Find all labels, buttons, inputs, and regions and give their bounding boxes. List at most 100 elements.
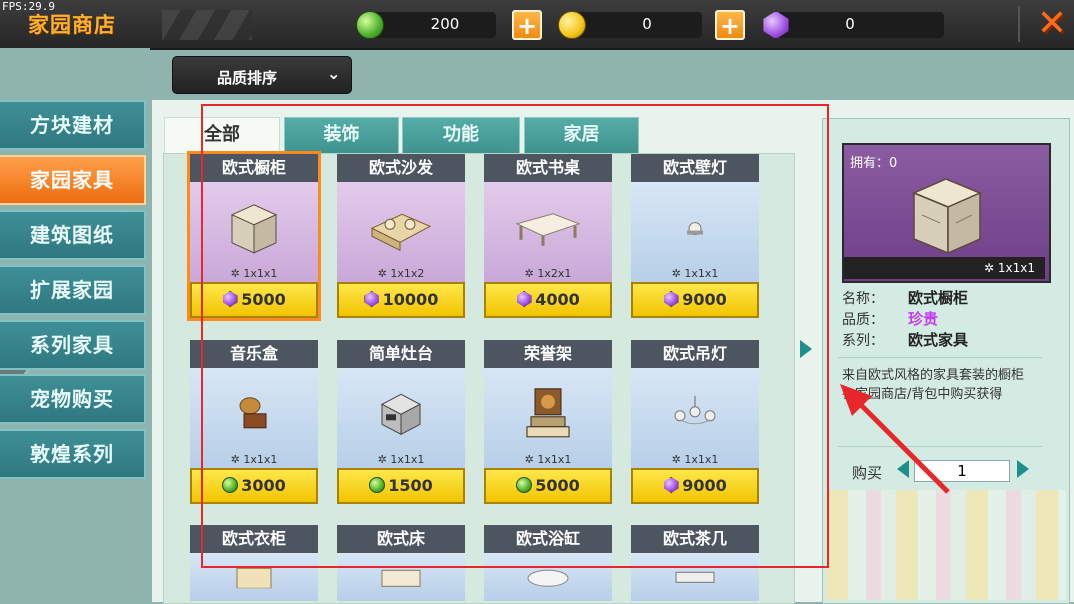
item-name: 简单灶台 [337,340,465,368]
close-button[interactable]: ✕ [1032,4,1072,44]
buy-price-button[interactable]: 1500 [337,468,465,504]
honor-shelf-icon [523,383,573,447]
item-size-value: 1x1x1 [390,453,425,466]
cabinet-icon [224,197,284,261]
item-size: ✲ 1x1x2 [337,267,465,280]
buy-price-button[interactable]: 9000 [631,468,759,504]
add-gold-coin-button[interactable]: + [715,10,745,40]
item-card[interactable]: 简单灶台 ✲ 1x1x1 1500 [337,340,465,504]
item-size: ✲ 1x1x1 [190,453,318,466]
item-size: ✲ 1x1x1 [631,267,759,280]
item-name: 欧式橱柜 [190,154,318,182]
green-gem-icon [222,477,239,493]
item-image: ✲ 1x1x1 [484,368,612,468]
item-card[interactable]: 欧式床 [337,525,465,601]
green-gem-icon [369,477,386,493]
sofa-icon [366,202,436,256]
decrease-quantity-button[interactable] [897,460,909,478]
item-card[interactable]: 欧式沙发 ✲ 1x1x2 10000 [337,154,465,318]
increase-quantity-button[interactable] [1017,460,1029,478]
sidebar-item-7[interactable]: 敦煌系列 [0,429,146,479]
buy-price-button[interactable]: 9000 [631,282,759,318]
size-icon: ✲ [671,267,685,280]
top-bar: FPS:29.9 家园商店 200 + 0 + 0 ✕ [0,0,1074,50]
quality-label: 品质： [842,312,884,328]
item-card[interactable]: 欧式茶几 [631,525,759,601]
name-value: 欧式橱柜 [908,289,969,307]
item-image [484,553,612,601]
item-image [337,553,465,601]
item-image: ✲ 1x1x1 [190,368,318,468]
gold-coin-icon [558,11,586,39]
close-separator [1018,6,1020,42]
wall-lamp-icon [683,217,707,245]
buy-price-button[interactable]: 5000 [190,282,318,318]
buy-price-button[interactable]: 10000 [337,282,465,318]
tab-1[interactable]: 全部 [164,117,280,153]
green-gem-count: 200 [430,15,460,33]
item-card[interactable]: 欧式衣柜 [190,525,318,601]
item-card[interactable]: 音乐盒 ✲ 1x1x1 3000 [190,340,318,504]
sidebar-item-1[interactable]: 方块建材 [0,100,146,150]
sort-dropdown[interactable]: 品质排序 ⌄ [172,56,352,94]
size-icon: ✲ [671,453,685,466]
item-card[interactable]: 荣誉架 ✲ 1x1x1 5000 [484,340,612,504]
item-price: 5000 [535,476,580,495]
tab-3[interactable]: 功能 [402,117,520,153]
sidebar-item-4[interactable]: 扩展家园 [0,265,146,315]
item-size-value: 1x1x1 [243,267,278,280]
buy-price-button[interactable]: 4000 [484,282,612,318]
sidebar-item-3[interactable]: 建筑图纸 [0,210,146,260]
item-price: 3000 [241,476,286,495]
item-name: 欧式沙发 [337,154,465,182]
tab-2[interactable]: 装饰 [284,117,399,153]
purple-gem-icon [223,291,238,307]
green-gem-icon [516,477,533,493]
purchase-button-blurred[interactable] [826,490,1066,600]
item-size: ✲ 1x1x1 [631,453,759,466]
tab-4[interactable]: 家居 [524,117,639,153]
item-name: 欧式吊灯 [631,340,759,368]
title-decoration [162,10,252,40]
item-name: 音乐盒 [190,340,318,368]
item-name: 欧式壁灯 [631,154,759,182]
size-icon: ✲ [377,267,391,280]
sidebar-item-6[interactable]: 宠物购买 [0,374,146,424]
chevron-down-icon: ⌄ [327,64,341,83]
item-card[interactable]: 欧式吊灯 ✲ 1x1x1 9000 [631,340,759,504]
item-price: 9000 [682,476,727,495]
size-icon: ✲ [230,267,244,280]
detail-divider [838,446,1042,447]
item-name: 欧式书桌 [484,154,612,182]
item-price: 9000 [682,290,727,309]
item-price: 10000 [382,290,439,309]
detail-divider [838,357,1042,358]
quantity-input[interactable]: 1 [914,460,1010,482]
purple-gem-icon [664,291,679,307]
item-image [190,553,318,601]
sidebar-item-2[interactable]: 家园家具 [0,155,146,205]
item-image: ✲ 1x1x2 [337,182,465,282]
item-size-value: 1x1x1 [537,453,572,466]
shop-title: 家园商店 [28,13,116,37]
purple-gem-icon [664,477,679,493]
item-image: ✲ 1x1x1 [631,182,759,282]
buy-price-button[interactable]: 3000 [190,468,318,504]
buy-price-button[interactable]: 5000 [484,468,612,504]
item-card[interactable]: 欧式浴缸 [484,525,612,601]
stove-icon [376,388,426,442]
add-green-gem-button[interactable]: + [512,10,542,40]
sidebar-item-5[interactable]: 系列家具 [0,320,146,370]
item-name: 荣誉架 [484,340,612,368]
green-gem-icon [356,11,384,39]
item-card[interactable]: 欧式壁灯 ✲ 1x1x1 9000 [631,154,759,318]
item-card[interactable]: 欧式书桌 ✲ 1x2x1 4000 [484,154,612,318]
quality-value: 珍贵 [908,310,939,328]
next-page-arrow-icon[interactable] [800,340,812,358]
item-name: 欧式茶几 [631,525,759,553]
item-price: 4000 [535,290,580,309]
item-card[interactable]: 欧式橱柜 ✲ 1x1x1 5000 [187,151,321,321]
item-size-value: 1x1x1 [684,453,719,466]
description-text: 来自欧式风格的家具套装的橱柜 [842,368,1025,383]
item-image: ✲ 1x1x1 [337,368,465,468]
